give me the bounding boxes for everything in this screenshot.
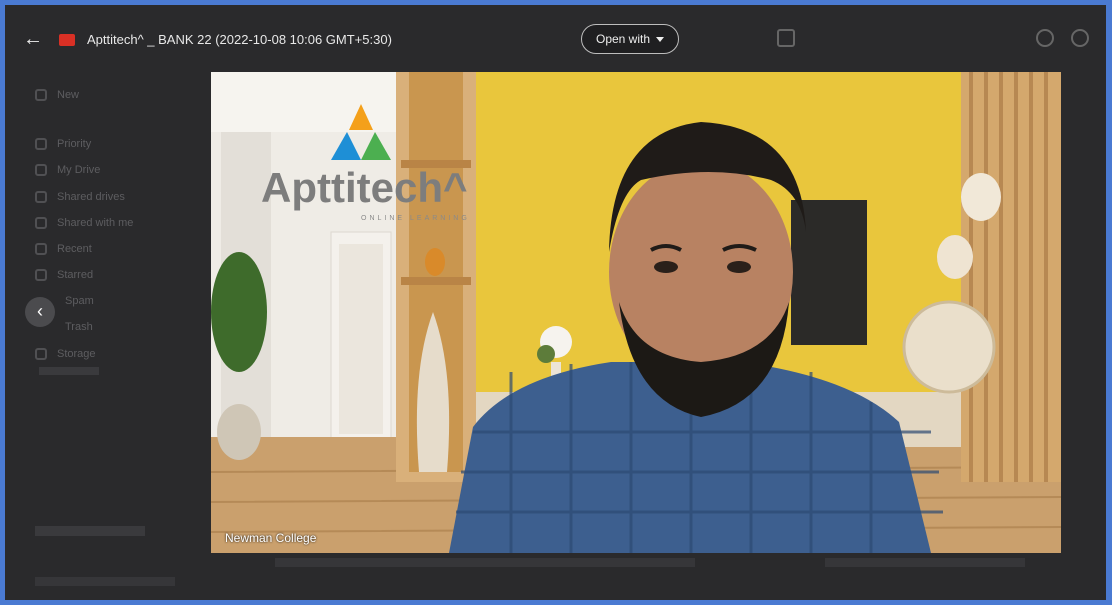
drive-video-preview: ← Apttitech^ _ BANK 22 (2022-10-08 10:06… xyxy=(5,5,1106,600)
dim-row xyxy=(275,558,695,567)
people-icon xyxy=(35,217,47,229)
sidebar-item-priority: Priority xyxy=(35,138,91,150)
back-arrow-icon[interactable]: ← xyxy=(23,29,43,49)
sidebar-item-shared-drives: Shared drives xyxy=(35,191,125,203)
previous-file-button[interactable]: ‹ xyxy=(25,297,55,327)
sidebar-item-starred: Starred xyxy=(35,269,93,281)
dim-row xyxy=(35,526,145,536)
preview-header: ← Apttitech^ _ BANK 22 (2022-10-08 10:06… xyxy=(5,5,1106,69)
cloud-icon xyxy=(35,348,47,360)
dim-row xyxy=(825,558,1025,567)
logo-tagline: ONLINE LEARNING xyxy=(361,215,470,222)
video-caption: Newman College xyxy=(225,531,317,545)
sidebar-item-shared: Shared with me xyxy=(35,217,133,229)
clock-icon xyxy=(35,243,47,255)
file-title: Apttitech^ _ BANK 22 (2022-10-08 10:06 G… xyxy=(87,32,392,47)
plus-icon xyxy=(35,89,47,101)
video-file-icon xyxy=(59,34,75,46)
shared-drive-icon xyxy=(35,191,47,203)
dim-row xyxy=(35,577,175,586)
star-icon xyxy=(35,269,47,281)
grid-icon[interactable] xyxy=(777,29,795,47)
sidebar-item-trash: Trash xyxy=(65,321,93,333)
logo-text: Apttitech^ xyxy=(261,164,468,211)
chevron-down-icon xyxy=(656,36,665,42)
sidebar-item-my-drive: My Drive xyxy=(35,164,100,176)
sidebar-item-spam: Spam xyxy=(65,295,94,307)
sidebar-item-storage: Storage xyxy=(35,348,96,360)
sidebar-item-new: New xyxy=(35,89,79,101)
video-frame[interactable]: Apttitech^ ONLINE LEARNING Newman Colleg… xyxy=(211,72,1061,553)
settings-icon[interactable] xyxy=(1071,29,1089,47)
storage-bar xyxy=(39,367,99,375)
help-icon[interactable] xyxy=(1036,29,1054,47)
priority-icon xyxy=(35,138,47,150)
open-with-button[interactable]: Open with xyxy=(581,24,679,54)
video-still: Apttitech^ ONLINE LEARNING xyxy=(211,72,1061,553)
sidebar-item-recent: Recent xyxy=(35,243,92,255)
drive-icon xyxy=(35,164,47,176)
